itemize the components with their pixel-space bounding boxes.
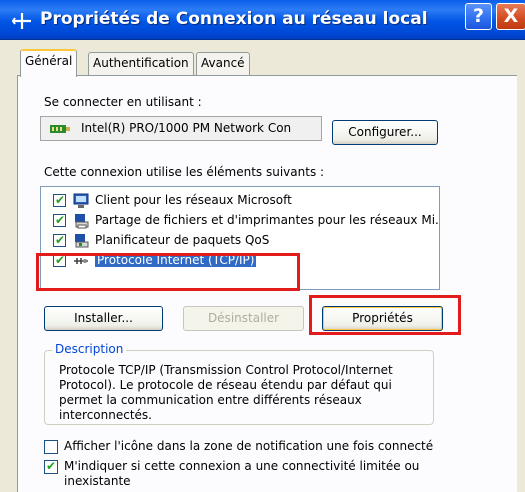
adapter-field: Intel(R) PRO/1000 PM Network Con [40, 116, 322, 141]
protocol-icon [74, 258, 88, 264]
component-label: Client pour les réseaux Microsoft [95, 193, 292, 207]
uninstall-button[interactable]: Désinstaller [183, 306, 304, 331]
file-printer-sharing-icon [75, 214, 89, 229]
network-connection-icon [11, 13, 31, 29]
component-checkbox[interactable]: ✔ [53, 193, 66, 207]
component-label: Partage de fichiers et d'imprimantes pou… [95, 213, 440, 227]
component-checkbox[interactable]: ✔ [53, 253, 66, 267]
help-button[interactable]: ? [465, 3, 492, 30]
description-group: Protocole TCP/IP (Transmission Control P… [44, 350, 434, 425]
window-title: Propriétés de Connexion au réseau local [40, 9, 428, 29]
properties-button[interactable]: Propriétés [322, 306, 443, 331]
checkmark-icon: ✔ [55, 233, 66, 247]
connect-using-label: Se connecter en utilisant : [44, 95, 202, 109]
configure-button[interactable]: Configurer... [332, 120, 438, 145]
component-label: Protocole Internet (TCP/IP) [95, 253, 257, 267]
components-list: ✔ Client pour les réseaux Microsoft ✔ Pa… [40, 186, 440, 290]
install-button[interactable]: Installer... [44, 306, 163, 331]
adapter-name: Intel(R) PRO/1000 PM Network Con [81, 121, 292, 135]
checkmark-icon: ✔ [55, 253, 66, 267]
qos-scheduler-icon [75, 234, 89, 248]
tab-advanced[interactable]: Avancé [196, 52, 250, 75]
tab-general[interactable]: Général [20, 49, 78, 77]
network-adapter-icon [50, 125, 70, 133]
description-text: Protocole TCP/IP (Transmission Control P… [59, 363, 393, 422]
description-title: Description [52, 342, 127, 356]
component-checkbox[interactable]: ✔ [53, 213, 66, 227]
notify-limited-checkbox[interactable]: ✔ [44, 459, 58, 474]
checkmark-icon: ✔ [55, 193, 66, 207]
tab-authentication[interactable]: Authentification [88, 52, 194, 75]
show-icon-checkbox[interactable] [44, 440, 58, 454]
components-label: Cette connexion utilise les éléments sui… [44, 165, 325, 179]
notify-limited-label-line1: M'indiquer si cette connexion a une conn… [64, 459, 420, 473]
component-label: Planificateur de paquets QoS [95, 233, 270, 247]
checkmark-icon: ✔ [55, 213, 66, 227]
checkmark-icon: ✔ [46, 459, 57, 473]
close-button[interactable]: X [496, 3, 525, 30]
component-checkbox[interactable]: ✔ [53, 233, 66, 247]
notify-limited-label-line2: inexistante [64, 474, 131, 488]
title-bar: Propriétés de Connexion au réseau local … [0, 0, 525, 40]
network-client-icon [73, 193, 89, 208]
show-icon-label: Afficher l'icône dans la zone de notific… [64, 439, 434, 453]
